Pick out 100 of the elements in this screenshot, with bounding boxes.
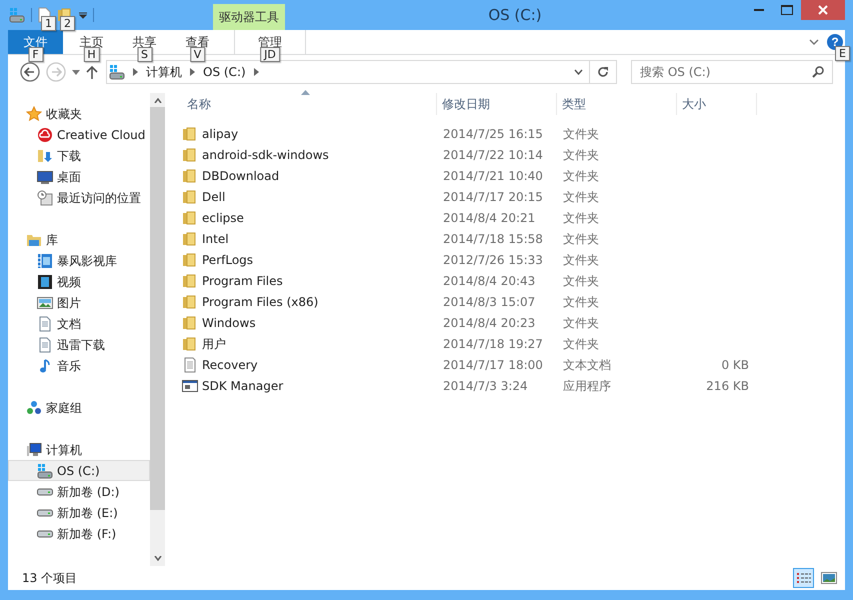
- system-drive-icon: [109, 64, 125, 80]
- nav-item[interactable]: Creative Cloud: [8, 124, 150, 145]
- keytip: 2: [60, 16, 75, 31]
- file-name[interactable]: SDK Manager: [202, 376, 284, 394]
- nav-item[interactable]: 最近访问的位置: [8, 187, 150, 208]
- thumbnail-view-icon: [820, 571, 836, 585]
- folder-icon: [182, 294, 198, 310]
- file-name[interactable]: Intel: [202, 230, 229, 248]
- column-header[interactable]: 名称: [182, 93, 437, 115]
- close-icon: [818, 5, 828, 15]
- expand-ribbon-chevron-icon[interactable]: [809, 39, 819, 45]
- file-name[interactable]: Windows: [202, 314, 256, 332]
- dropdown-caret-icon[interactable]: [79, 12, 87, 18]
- date-cell-text: 2014/7/18 15:58: [442, 230, 544, 248]
- scroll-down-icon[interactable]: [154, 556, 162, 561]
- type-cell-text: 文件夹: [562, 272, 600, 290]
- type-cell-text: 文件夹: [562, 188, 600, 206]
- nav-item[interactable]: 下载: [8, 145, 150, 166]
- star-icon: [26, 106, 42, 122]
- close-button[interactable]: [801, 0, 845, 20]
- nav-item[interactable]: 视频: [8, 271, 150, 292]
- folder-icon: [182, 272, 198, 288]
- minimize-icon: [754, 9, 764, 11]
- picture-icon: [37, 294, 53, 310]
- film-grid-icon: [37, 252, 53, 268]
- file-name[interactable]: PerfLogs: [202, 250, 254, 268]
- application-window-icon: [182, 378, 198, 394]
- type-cell-text: 文件夹: [562, 146, 600, 164]
- type-cell-text: 文本文档: [562, 356, 612, 374]
- file-name[interactable]: DBDownload: [202, 166, 280, 184]
- date-cell-text: 2014/7/3 3:24: [442, 378, 529, 394]
- item-count: 13 个项目: [22, 570, 78, 587]
- breadcrumb[interactable]: OS (C:): [203, 63, 246, 81]
- keytip: S: [137, 47, 152, 62]
- file-name[interactable]: Program Files (x86): [202, 292, 318, 310]
- file-name[interactable]: 用户: [202, 334, 226, 352]
- nav-item[interactable]: 文档: [8, 313, 150, 334]
- folder-icon: [182, 210, 198, 226]
- nav-item[interactable]: OS (C:): [8, 460, 150, 481]
- column-header[interactable]: 修改日期: [437, 93, 557, 115]
- scrollbar[interactable]: [150, 93, 165, 566]
- address-bar[interactable]: 计算机 OS (C:): [106, 60, 617, 84]
- details-view-icon: [796, 571, 812, 585]
- file-name[interactable]: Dell: [202, 188, 226, 206]
- film-strip-icon: [37, 274, 53, 290]
- contextual-tab-label: 驱动器工具: [213, 4, 285, 30]
- nav-item[interactable]: 收藏夹: [8, 103, 150, 124]
- drive-icon: [37, 488, 53, 496]
- nav-item[interactable]: 音乐: [8, 355, 150, 376]
- folder-icon: [182, 230, 198, 246]
- nav-item[interactable]: 新加卷 (E:): [8, 502, 150, 523]
- drive-icon: [37, 530, 53, 538]
- system-drive-icon: [37, 462, 53, 478]
- recent-locations-caret-icon[interactable]: [72, 70, 80, 74]
- refresh-icon: [597, 66, 609, 78]
- type-cell-text: 文件夹: [562, 210, 600, 226]
- cloud-icon: [37, 126, 53, 142]
- column-header[interactable]: 类型: [557, 93, 677, 115]
- nav-item[interactable]: 暴风影视库: [8, 250, 150, 271]
- scroll-up-icon[interactable]: [154, 98, 162, 103]
- size-cell-text: 216 KB: [705, 378, 749, 394]
- type-cell-text: 应用程序: [562, 378, 612, 394]
- nav-item[interactable]: 新加卷 (F:): [8, 523, 150, 544]
- sort-arrow-icon: [301, 90, 310, 95]
- folder-icon: [182, 188, 198, 204]
- date-cell-text: 2014/8/4 20:23: [442, 314, 536, 332]
- view-button[interactable]: [793, 568, 814, 588]
- file-name[interactable]: Program Files: [202, 272, 283, 290]
- nav-item[interactable]: 桌面: [8, 166, 150, 187]
- file-name[interactable]: android-sdk-windows: [202, 146, 329, 164]
- keytip: JD: [260, 47, 280, 62]
- file-name[interactable]: eclipse: [202, 208, 244, 226]
- address-dropdown-icon[interactable]: [574, 69, 583, 75]
- document-icon: [37, 316, 53, 332]
- date-cell-text: 2014/7/17 20:15: [442, 188, 544, 206]
- breadcrumb-arrow-icon: [133, 68, 138, 76]
- date-cell-text: 2014/7/21 10:40: [442, 168, 544, 184]
- breadcrumb[interactable]: 计算机: [146, 63, 182, 81]
- document-icon: [37, 336, 53, 352]
- nav-item[interactable]: 迅雷下载: [8, 334, 150, 355]
- up-arrow-icon[interactable]: [86, 65, 98, 79]
- folder-icon: [182, 336, 198, 352]
- folder-icon: [182, 126, 198, 142]
- date-cell-text: 2014/8/4 20:21: [442, 210, 536, 226]
- window-title: OS (C:): [488, 4, 542, 26]
- nav-item[interactable]: 家庭组: [8, 397, 150, 418]
- computer-icon: [26, 442, 42, 458]
- file-name[interactable]: Recovery: [202, 356, 258, 374]
- search-field[interactable]: 搜索 OS (C:): [631, 60, 833, 84]
- nav-item[interactable]: 库: [8, 229, 150, 250]
- type-cell-text: 文件夹: [562, 168, 600, 184]
- nav-item[interactable]: 计算机: [8, 439, 150, 460]
- nav-item[interactable]: 新加卷 (D:): [8, 481, 150, 502]
- column-header[interactable]: 大小: [677, 93, 757, 115]
- date-cell-text: 2014/8/4 20:43: [442, 272, 536, 290]
- file-name[interactable]: alipay: [202, 124, 238, 142]
- size-cell-text: 0 KB: [720, 356, 749, 374]
- date-cell-text: 2014/7/22 10:14: [442, 146, 544, 164]
- nav-item[interactable]: 图片: [8, 292, 150, 313]
- back-icon[interactable]: [20, 62, 40, 82]
